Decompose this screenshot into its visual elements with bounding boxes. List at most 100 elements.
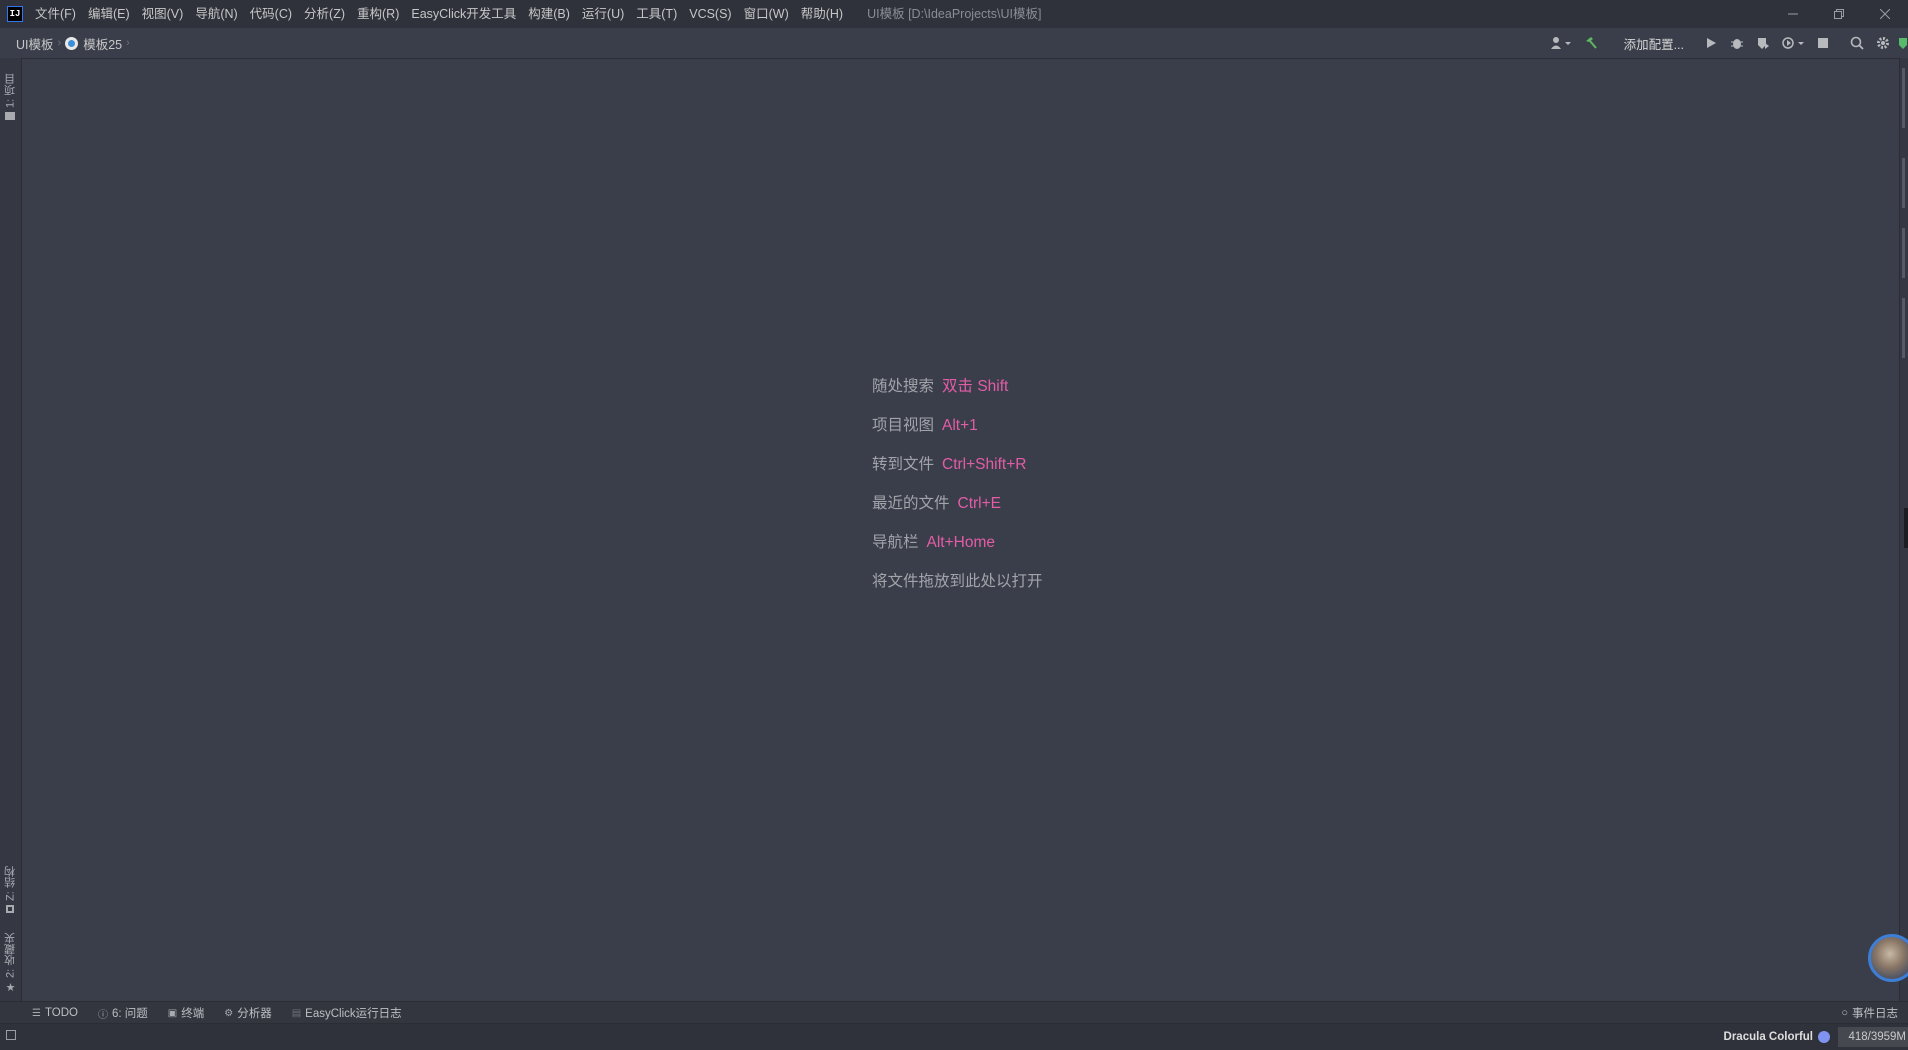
menu-vcs[interactable]: VCS(S) [683,0,737,28]
tool-tab-problems-label: 6: 问题 [111,1008,148,1020]
profiler-icon: ⚙ [224,1007,234,1019]
tool-tab-easyclick-log[interactable]: ▤ EasyClick运行日志 [292,1005,402,1021]
right-tool-tab[interactable] [1902,158,1905,208]
menu-edit[interactable]: 编辑(E) [82,0,136,28]
user-dropdown-icon[interactable] [1546,32,1576,54]
hint-row: 导航栏 Alt+Home [872,530,1043,569]
hint-row: 最近的文件 Ctrl+E [872,491,1043,530]
menu-refactor[interactable]: 重构(R) [351,0,405,28]
memory-indicator[interactable]: 418/3959M [1838,1027,1908,1047]
theme-name[interactable]: Dracula Colorful [1724,1024,1813,1050]
info-icon: ⓘ [97,1009,108,1021]
tool-tab-favorites-label: 2: 收藏夹 [4,932,17,978]
hint-label: 最近的文件 [872,495,950,512]
breadcrumb-chevron-icon: › [57,37,62,49]
tool-tab-project-label: 1: 项目 [4,73,17,108]
hint-label: 将文件拖放到此处以打开 [872,573,1043,590]
tool-tab-terminal[interactable]: ▣ 终端 [168,1005,204,1021]
right-tool-strip [1899,58,1908,1001]
tool-tab-profiler[interactable]: ⚙ 分析器 [224,1005,271,1021]
menu-navigate[interactable]: 导航(N) [189,0,243,28]
right-tool-tab[interactable] [1902,68,1905,128]
folder-icon [5,112,16,120]
menu-help[interactable]: 帮助(H) [795,0,849,28]
run-icon[interactable] [1700,32,1722,54]
menu-tools[interactable]: 工具(T) [630,0,683,28]
tool-tab-structure[interactable]: Z: 结构 [0,853,21,913]
hint-label: 随处搜索 [872,378,935,395]
add-configuration-button[interactable]: 添加配置... [1624,34,1684,53]
speech-bubble-icon: ○ [1841,1007,1848,1019]
debug-icon[interactable] [1726,32,1748,54]
hint-row: 将文件拖放到此处以打开 [872,569,1043,608]
hint-label: 转到文件 [872,456,935,473]
hint-label: 导航栏 [872,534,919,551]
close-icon[interactable] [1862,0,1908,28]
hint-shortcut: Ctrl+Shift+R [942,456,1027,473]
tool-window-bar: ☰ TODO ⓘ 6: 问题 ▣ 终端 ⚙ 分析器 ▤ EasyClick运行日… [0,1001,1908,1024]
hint-shortcut: 双击 Shift [942,378,1009,395]
right-tool-tab[interactable] [1902,228,1905,278]
search-icon[interactable] [1846,32,1868,54]
menu-run[interactable]: 运行(U) [576,0,630,28]
breadcrumb-module[interactable]: 模板25 [65,34,122,53]
theme-indicator-icon[interactable] [1818,1031,1830,1043]
settings-gear-icon[interactable] [1872,32,1894,54]
navigation-bar: UI模板 › 模板25 › 添加配置... [0,28,1908,59]
status-bar: Dracula Colorful 418/3959M [0,1023,1908,1050]
main-toolbar: 添加配置... [1544,28,1908,58]
tool-tab-favorites[interactable]: ★ 2: 收藏夹 [0,928,21,994]
menu-window[interactable]: 窗口(W) [738,0,795,28]
restore-icon[interactable] [1816,0,1862,28]
scroll-marker [1904,508,1908,548]
tool-tab-todo-label: TODO [44,1007,78,1019]
hint-shortcut: Alt+1 [942,417,978,434]
app-logo-icon[interactable]: IJ [7,6,23,22]
menu-analyze[interactable]: 分析(Z) [298,0,351,28]
log-icon: ▤ [291,1007,302,1019]
menu-bar: 文件(F) 编辑(E) 视图(V) 导航(N) 代码(C) 分析(Z) 重构(R) EasyC… [29,0,849,28]
tool-tab-structure-label: Z: 结构 [4,866,17,901]
title-bar: IJ 文件(F) 编辑(E) 视图(V) 导航(N) 代码(C) 分析(Z) 重构(R) Ea… [0,0,1908,28]
window-title: UI模板 [D:\IdeaProjects\UI模板] [867,7,1042,21]
breadcrumb-project-label: UI模板 [16,37,54,52]
build-hammer-icon[interactable] [1580,32,1602,54]
star-icon: ★ [4,981,16,994]
hint-label: 项目视图 [872,417,935,434]
menu-code[interactable]: 代码(C) [244,0,298,28]
hint-row: 转到文件 Ctrl+Shift+R [872,452,1043,491]
minimize-icon[interactable] [1770,0,1816,28]
menu-build[interactable]: 构建(B) [522,0,576,28]
tool-tab-easyclick-log-label: EasyClick运行日志 [305,1008,402,1020]
avatar[interactable] [1868,934,1908,982]
breadcrumb-project[interactable]: UI模板 [16,34,54,53]
right-tool-tab[interactable] [1902,298,1905,358]
left-tool-strip: 1: 项目 Z: 结构 ★ 2: 收藏夹 [0,58,22,1001]
terminal-icon: ▣ [167,1007,178,1019]
breadcrumb-module-label: 模板25 [83,37,123,52]
toggle-tool-windows-icon[interactable] [6,1030,16,1040]
tool-tab-event-log[interactable]: ○ 事件日志 [1841,1002,1898,1024]
plugin-status-icon[interactable] [1898,32,1908,54]
breadcrumb-chevron-icon: › [126,37,130,49]
menu-easyclick[interactable]: EasyClick开发工具 [405,0,522,28]
tool-tab-problems[interactable]: ⓘ 6: 问题 [98,1005,148,1021]
profile-dropdown-icon[interactable] [1778,32,1808,54]
coverage-icon[interactable] [1752,32,1774,54]
stop-icon[interactable] [1812,32,1834,54]
empty-editor-hints: 随处搜索 双击 Shift 项目视图 Alt+1 转到文件 Ctrl+Shift+R 最近的… [872,374,1043,608]
menu-file[interactable]: 文件(F) [29,0,82,28]
hint-row: 随处搜索 双击 Shift [872,374,1043,413]
list-icon: ☰ [32,1007,41,1019]
menu-view[interactable]: 视图(V) [136,0,190,28]
hint-shortcut: Alt+Home [926,534,996,551]
tool-tab-event-log-label: 事件日志 [1852,1008,1898,1020]
tool-tab-profiler-label: 分析器 [237,1008,272,1020]
tool-tab-todo[interactable]: ☰ TODO [32,1007,78,1019]
hint-shortcut: Ctrl+E [957,495,1002,512]
tool-tab-project[interactable]: 1: 项目 [0,64,21,120]
tool-tab-terminal-label: 终端 [181,1008,205,1020]
hint-row: 项目视图 Alt+1 [872,413,1043,452]
structure-icon [6,905,15,913]
module-icon [65,36,79,50]
